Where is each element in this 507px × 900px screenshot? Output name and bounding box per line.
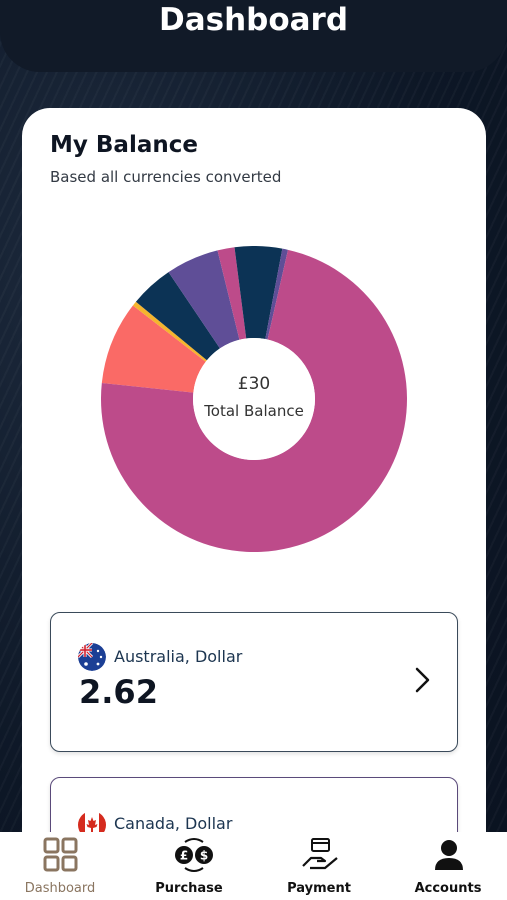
donut-svg bbox=[101, 246, 407, 552]
tab-purchase[interactable]: £ $ Purchase bbox=[129, 832, 249, 900]
payment-hand-icon bbox=[301, 836, 339, 874]
balance-subtitle: Based all currencies converted bbox=[50, 168, 282, 186]
tab-label: Dashboard bbox=[24, 881, 96, 896]
chevron-right-icon[interactable] bbox=[413, 665, 433, 695]
currency-exchange-icon: £ $ bbox=[171, 836, 213, 874]
account-name: Australia, Dollar bbox=[114, 647, 243, 666]
tab-accounts[interactable]: Accounts bbox=[388, 832, 507, 900]
tab-payment[interactable]: Payment bbox=[259, 832, 379, 900]
account-name: Canada, Dollar bbox=[114, 814, 233, 833]
svg-text:$: $ bbox=[200, 849, 208, 863]
total-balance-amount: £30 bbox=[237, 374, 271, 394]
balance-title: My Balance bbox=[50, 132, 198, 158]
tab-label: Accounts bbox=[414, 881, 482, 896]
tab-dashboard[interactable]: Dashboard bbox=[0, 832, 120, 900]
donut-hole bbox=[193, 338, 315, 460]
account-balance: 2.62 bbox=[79, 673, 158, 711]
user-icon bbox=[430, 836, 468, 874]
balance-donut-chart: £30 Total Balance bbox=[101, 246, 407, 552]
bottom-tab-bar: Dashboard £ $ Purchase Payment Accounts bbox=[0, 832, 507, 900]
page-title: Dashboard bbox=[158, 2, 349, 38]
svg-text:£: £ bbox=[180, 849, 188, 863]
dashboard-icon bbox=[42, 836, 80, 874]
total-balance-label: Total Balance bbox=[204, 402, 304, 420]
australia-flag-icon bbox=[78, 643, 106, 671]
tab-label: Payment bbox=[287, 881, 351, 896]
app-header: Dashboard bbox=[0, 0, 507, 72]
account-card-australia[interactable]: Australia, Dollar 2.62 bbox=[50, 612, 458, 752]
tab-label: Purchase bbox=[155, 881, 223, 896]
balance-card: My Balance Based all currencies converte… bbox=[22, 108, 486, 897]
